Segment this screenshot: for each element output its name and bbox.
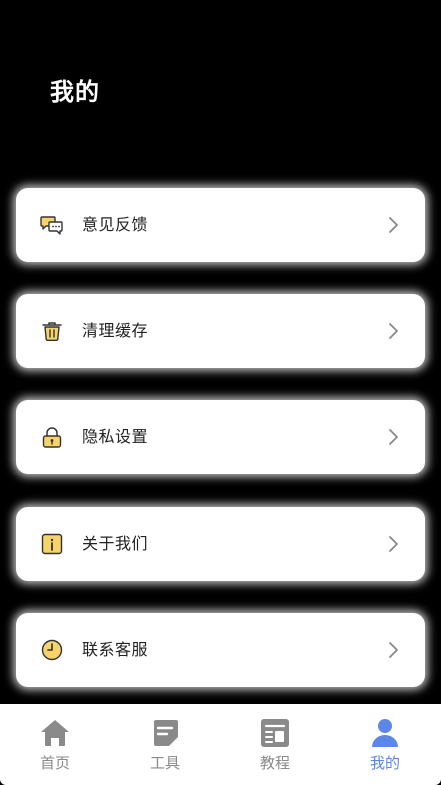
bottom-tab-bar: 首页 工具 教程 我的 [0, 704, 441, 785]
chevron-right-icon [383, 321, 403, 341]
menu-item-about-us[interactable]: 关于我们 [16, 507, 425, 581]
menu-item-label: 联系客服 [82, 640, 149, 659]
menu-item-contact-support[interactable]: 联系客服 [16, 613, 425, 687]
chevron-right-icon [383, 427, 403, 447]
tab-label: 我的 [369, 754, 400, 772]
tab-tutorial[interactable]: 教程 [220, 704, 330, 785]
info-icon [40, 532, 64, 556]
feedback-chat-icon [40, 213, 64, 237]
menu-item-feedback[interactable]: 意见反馈 [16, 188, 425, 262]
tab-mine[interactable]: 我的 [330, 704, 440, 785]
menu-item-label: 清理缓存 [82, 321, 149, 340]
menu-item-privacy-settings[interactable]: 隐私设置 [16, 400, 425, 474]
page-title: 我的 [50, 78, 100, 106]
tab-label: 工具 [149, 754, 180, 772]
tools-icon [150, 718, 180, 748]
tab-label: 教程 [259, 754, 290, 772]
menu-item-label: 意见反馈 [82, 215, 149, 234]
home-icon [40, 718, 70, 748]
tab-home[interactable]: 首页 [0, 704, 110, 785]
clock-icon [40, 638, 64, 662]
menu-item-label: 隐私设置 [82, 427, 149, 446]
chevron-right-icon [383, 534, 403, 554]
tab-label: 首页 [39, 754, 70, 772]
menu-item-label: 关于我们 [82, 534, 149, 553]
tab-tools[interactable]: 工具 [110, 704, 220, 785]
trash-bin-icon [40, 319, 64, 343]
user-icon [370, 718, 400, 748]
menu-item-clear-cache[interactable]: 清理缓存 [16, 294, 425, 368]
chevron-right-icon [383, 640, 403, 660]
tutorial-icon [260, 718, 290, 748]
chevron-right-icon [383, 215, 403, 235]
lock-icon [40, 425, 64, 449]
